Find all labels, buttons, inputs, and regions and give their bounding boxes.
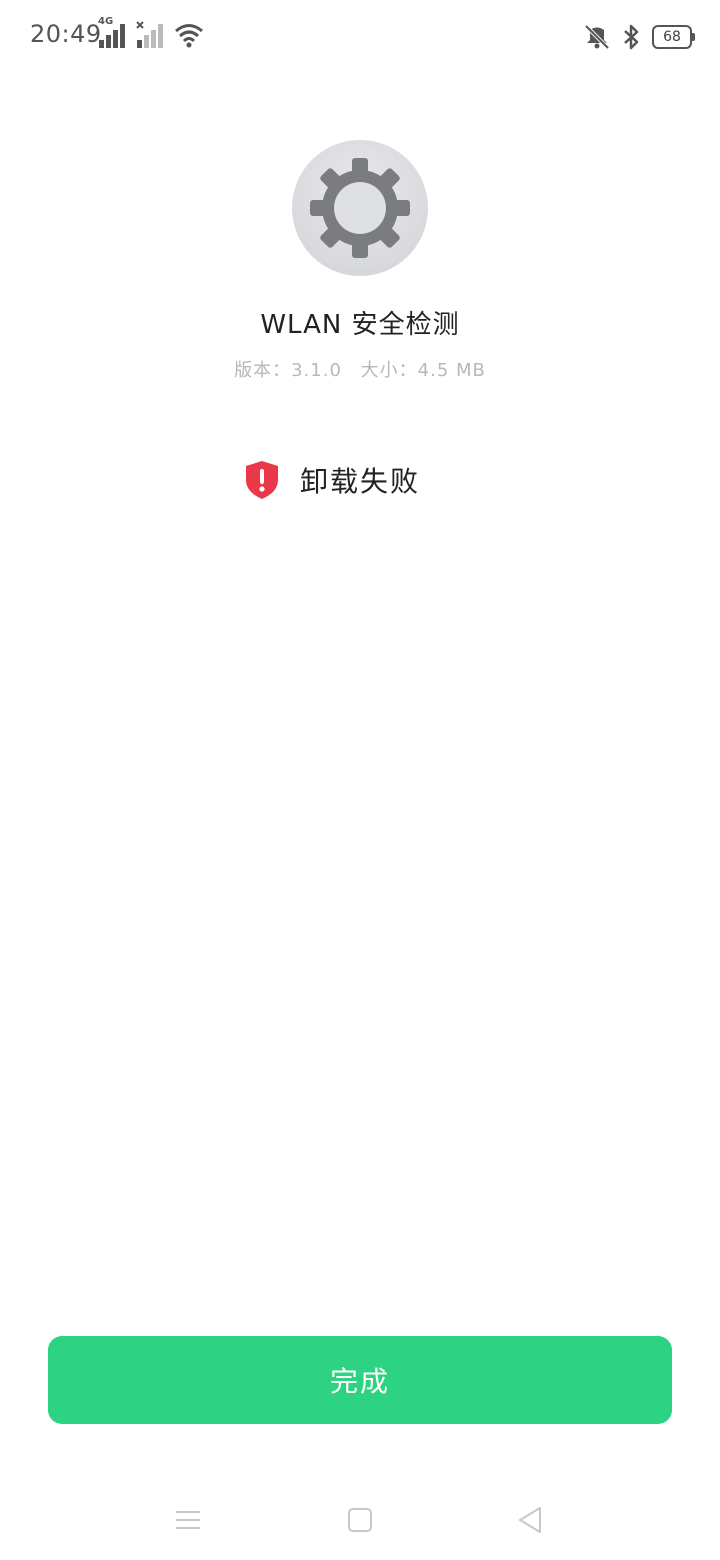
status-right-icons: 68: [582, 20, 695, 54]
battery-level: 68: [663, 29, 681, 45]
status-left-icons: 4G: [98, 16, 204, 50]
bluetooth-icon: [622, 22, 642, 52]
signal-4g-icon: 4G: [98, 16, 128, 50]
vibrate-off-icon: [582, 22, 612, 52]
shield-warning-icon: [244, 460, 280, 500]
wifi-icon: [174, 20, 204, 50]
status-time: 20:49: [30, 20, 102, 48]
result-text: 卸载失败: [300, 465, 421, 498]
app-size: 大小：4.5 MB: [360, 360, 486, 381]
nav-home-button[interactable]: [340, 1500, 380, 1540]
menu-icon: [176, 1511, 200, 1529]
status-bar: 20:49 4G 68: [0, 0, 720, 72]
signal-no-sim-icon: [136, 20, 166, 50]
navigation-bar: [0, 1480, 720, 1560]
nav-back-button[interactable]: [510, 1500, 550, 1540]
uninstall-result-screen: 20:49 4G 68 WLAN 安全检测 版本：3.1.0 大小：4.5 MB…: [0, 0, 720, 1560]
network-label: 4G: [98, 16, 114, 27]
nav-menu-button[interactable]: [168, 1500, 208, 1540]
app-icon: [292, 140, 428, 276]
app-meta: 版本：3.1.0 大小：4.5 MB: [0, 356, 720, 382]
app-name: WLAN 安全检测: [260, 310, 460, 340]
settings-gear-icon: [310, 158, 410, 258]
battery-icon: 68: [652, 25, 695, 49]
uninstall-result: 卸载失败: [244, 460, 420, 500]
done-button[interactable]: 完成: [48, 1336, 672, 1424]
app-version: 版本：3.1.0: [234, 360, 342, 381]
home-square-icon: [348, 1508, 372, 1532]
back-triangle-icon: [519, 1507, 541, 1533]
